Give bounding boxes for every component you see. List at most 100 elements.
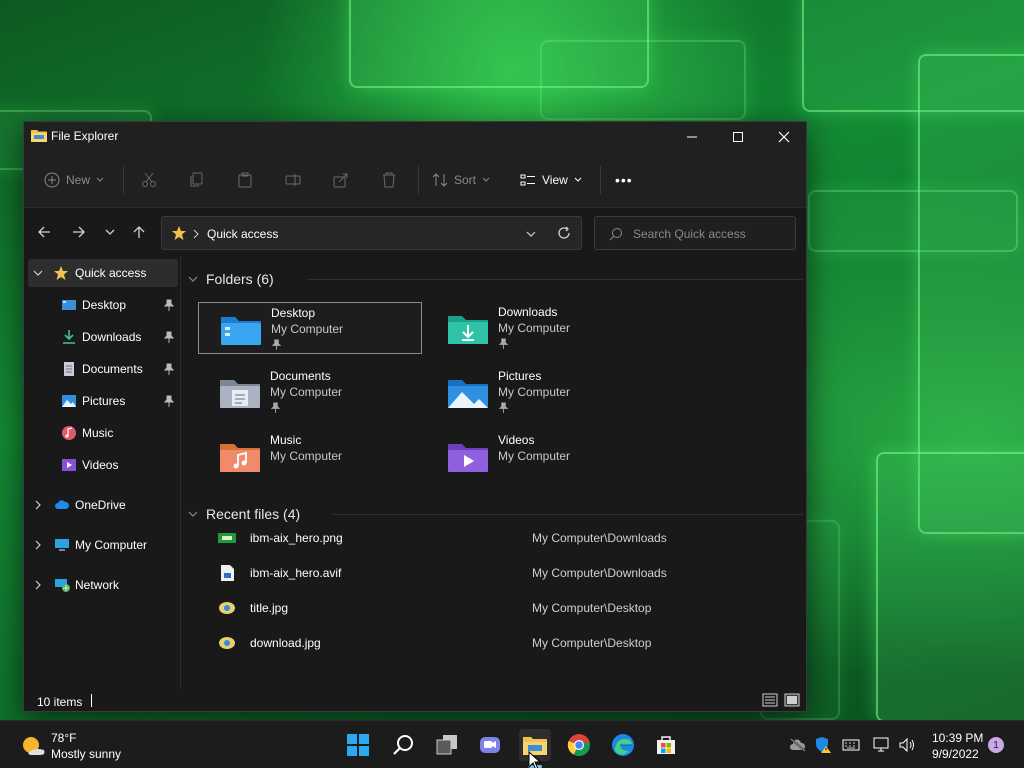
volume-tray-icon[interactable] bbox=[898, 736, 916, 754]
folder-tile-desktop[interactable]: Desktop My Computer bbox=[198, 302, 422, 354]
more-options-button[interactable]: ••• bbox=[615, 170, 633, 190]
sidebar-item-videos[interactable]: Videos bbox=[28, 451, 178, 479]
recent-file-row[interactable]: ibm-aix_hero.png My Computer\Downloads bbox=[212, 523, 792, 553]
sidebar-item-label: Network bbox=[75, 578, 120, 592]
folder-name: Pictures bbox=[498, 369, 542, 383]
teams-chat-button[interactable] bbox=[474, 729, 506, 761]
cloud-icon bbox=[55, 500, 70, 509]
share-button[interactable] bbox=[333, 170, 349, 190]
sidebar-item-pictures[interactable]: Pictures bbox=[28, 387, 178, 415]
details-view-icon[interactable] bbox=[762, 693, 778, 707]
plus-circle-icon bbox=[44, 172, 60, 188]
notification-badge[interactable]: 1 bbox=[988, 737, 1004, 753]
trash-icon bbox=[383, 172, 395, 188]
pin-icon bbox=[271, 402, 280, 413]
chevron-right-icon[interactable] bbox=[34, 540, 42, 550]
search-taskbar-button[interactable] bbox=[387, 729, 419, 761]
view-button[interactable]: View bbox=[520, 170, 582, 190]
chevron-right-icon[interactable] bbox=[34, 580, 42, 590]
edge-button[interactable] bbox=[607, 729, 639, 761]
folder-tile-music[interactable]: Music My Computer bbox=[198, 430, 422, 482]
pin-icon bbox=[164, 363, 174, 375]
refresh-icon[interactable] bbox=[557, 226, 571, 240]
folder-location: My Computer bbox=[270, 449, 343, 463]
recent-files-section-header[interactable]: Recent files (4) bbox=[188, 503, 300, 525]
sort-button[interactable]: Sort bbox=[432, 170, 490, 190]
folder-location: My Computer bbox=[271, 322, 344, 336]
start-button[interactable] bbox=[342, 729, 374, 761]
folders-section-header[interactable]: Folders (6) bbox=[188, 268, 274, 290]
share-icon bbox=[333, 173, 348, 188]
cloud-offline-icon bbox=[790, 738, 806, 752]
close-button[interactable] bbox=[761, 122, 807, 152]
folder-tile-videos[interactable]: Videos My Computer bbox=[426, 430, 650, 482]
folder-tile-pictures[interactable]: Pictures My Computer bbox=[426, 366, 650, 418]
sidebar-item-downloads[interactable]: Downloads bbox=[28, 323, 178, 351]
clock-date[interactable]: 9/9/2022 bbox=[932, 747, 979, 761]
delete-button[interactable] bbox=[381, 170, 397, 190]
sidebar-item-onedrive[interactable]: OneDrive bbox=[28, 491, 178, 519]
chevron-down-icon[interactable] bbox=[526, 229, 536, 239]
sidebar-item-desktop[interactable]: Desktop bbox=[28, 291, 178, 319]
chevron-right-icon bbox=[193, 229, 199, 239]
folder-icon bbox=[31, 130, 47, 142]
sidebar-item-label: Downloads bbox=[82, 330, 142, 344]
new-button[interactable]: New bbox=[44, 170, 104, 190]
folder-tile-documents[interactable]: Documents My Computer bbox=[198, 366, 422, 418]
security-tray-icon[interactable] bbox=[814, 736, 832, 754]
jpg-file-icon bbox=[219, 602, 235, 614]
keyboard-tray-icon[interactable] bbox=[842, 736, 860, 754]
recent-file-row[interactable]: title.jpg My Computer\Desktop bbox=[212, 593, 792, 623]
sidebar-item-music[interactable]: Music bbox=[28, 419, 178, 447]
recent-locations-button[interactable] bbox=[100, 222, 120, 242]
forward-button[interactable] bbox=[69, 222, 89, 242]
up-button[interactable] bbox=[129, 222, 149, 242]
rename-icon bbox=[285, 174, 301, 186]
cut-button[interactable] bbox=[141, 170, 157, 190]
back-button[interactable] bbox=[34, 222, 54, 242]
title-bar[interactable]: File Explorer bbox=[24, 122, 806, 152]
sidebar-item-documents[interactable]: Documents bbox=[28, 355, 178, 383]
pin-icon bbox=[499, 402, 508, 413]
sidebar-item-network[interactable]: Network bbox=[28, 571, 178, 599]
recent-file-row[interactable]: download.jpg My Computer\Desktop bbox=[212, 628, 792, 658]
paste-button[interactable] bbox=[237, 170, 253, 190]
chevron-down-icon[interactable] bbox=[33, 268, 43, 278]
search-input[interactable] bbox=[633, 225, 788, 243]
search-icon bbox=[393, 735, 413, 755]
weather-temperature[interactable]: 78°F bbox=[51, 731, 76, 745]
minimize-button[interactable] bbox=[669, 122, 715, 152]
search-box[interactable] bbox=[594, 216, 796, 250]
microsoft-store-button[interactable] bbox=[650, 729, 682, 761]
chrome-button[interactable] bbox=[563, 729, 595, 761]
sidebar-item-quick-access[interactable]: Quick access bbox=[28, 259, 178, 287]
sidebar-item-label: Music bbox=[82, 426, 114, 440]
address-bar[interactable]: Quick access bbox=[161, 216, 582, 250]
copy-button[interactable] bbox=[189, 170, 205, 190]
folder-tile-downloads[interactable]: Downloads My Computer bbox=[426, 302, 650, 354]
videos-icon bbox=[62, 459, 76, 471]
task-view-button[interactable] bbox=[431, 729, 463, 761]
weather-description[interactable]: Mostly sunny bbox=[51, 747, 121, 761]
pictures-folder-icon bbox=[448, 380, 488, 408]
network-tray-icon[interactable] bbox=[873, 736, 891, 754]
minimize-icon bbox=[687, 136, 697, 138]
clock-time[interactable]: 10:39 PM bbox=[932, 731, 983, 745]
chevron-right-icon[interactable] bbox=[34, 500, 42, 510]
view-label: View bbox=[542, 173, 568, 187]
download-icon bbox=[63, 330, 75, 344]
navigation-bar: Quick access bbox=[24, 208, 806, 256]
rename-button[interactable] bbox=[285, 170, 301, 190]
arrow-up-icon bbox=[133, 226, 145, 238]
maximize-button[interactable] bbox=[715, 122, 761, 152]
tiles-view-icon[interactable] bbox=[784, 693, 800, 707]
onedrive-tray-icon[interactable] bbox=[789, 736, 807, 754]
sidebar-item-label: Pictures bbox=[82, 394, 126, 408]
file-explorer-window: File Explorer New Sort View ••• Quick ac… bbox=[23, 121, 807, 712]
weather-sunny-icon[interactable] bbox=[20, 733, 46, 757]
folder-name: Videos bbox=[498, 433, 535, 447]
folder-name: Documents bbox=[270, 369, 331, 383]
recent-file-row[interactable]: ibm-aix_hero.avif My Computer\Downloads bbox=[212, 558, 792, 588]
chevron-down-icon bbox=[482, 177, 490, 182]
sidebar-item-my-computer[interactable]: My Computer bbox=[28, 531, 178, 559]
